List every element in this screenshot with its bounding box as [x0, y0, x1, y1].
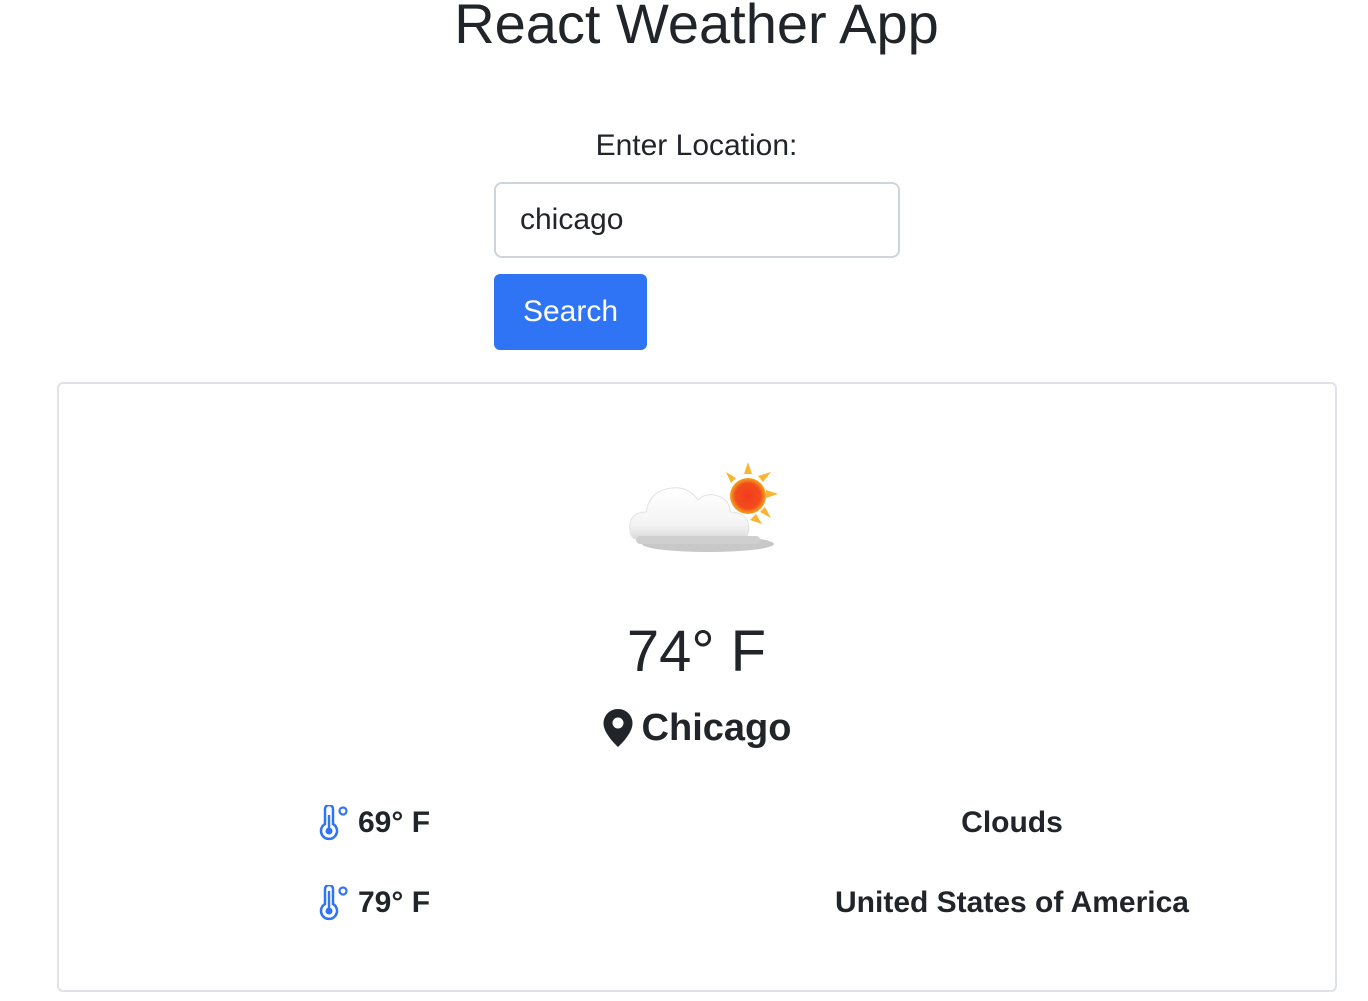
partly-cloudy-icon — [629, 462, 778, 552]
min-temperature-value: 69° F — [358, 806, 431, 839]
city-name: Chicago — [641, 707, 792, 749]
max-temperature: 79° F — [316, 883, 430, 923]
app-title: React Weather App — [454, 0, 939, 55]
location-input[interactable] — [494, 182, 900, 258]
map-pin-icon — [603, 709, 633, 747]
thermometer-icon — [319, 805, 348, 841]
min-temperature: 69° F — [316, 803, 430, 843]
location-label: Enter Location: — [595, 129, 798, 162]
weather-app-page: React Weather App Enter Location: Search — [0, 0, 1368, 1001]
current-temperature: 74° F — [626, 619, 767, 684]
search-button[interactable]: Search — [494, 274, 647, 350]
thermometer-icon — [319, 885, 348, 921]
city-row: Chicago — [0, 704, 1368, 752]
max-temperature-value: 79° F — [358, 886, 431, 919]
weather-condition: Clouds — [961, 806, 1063, 839]
country-name: United States of America — [835, 886, 1189, 919]
